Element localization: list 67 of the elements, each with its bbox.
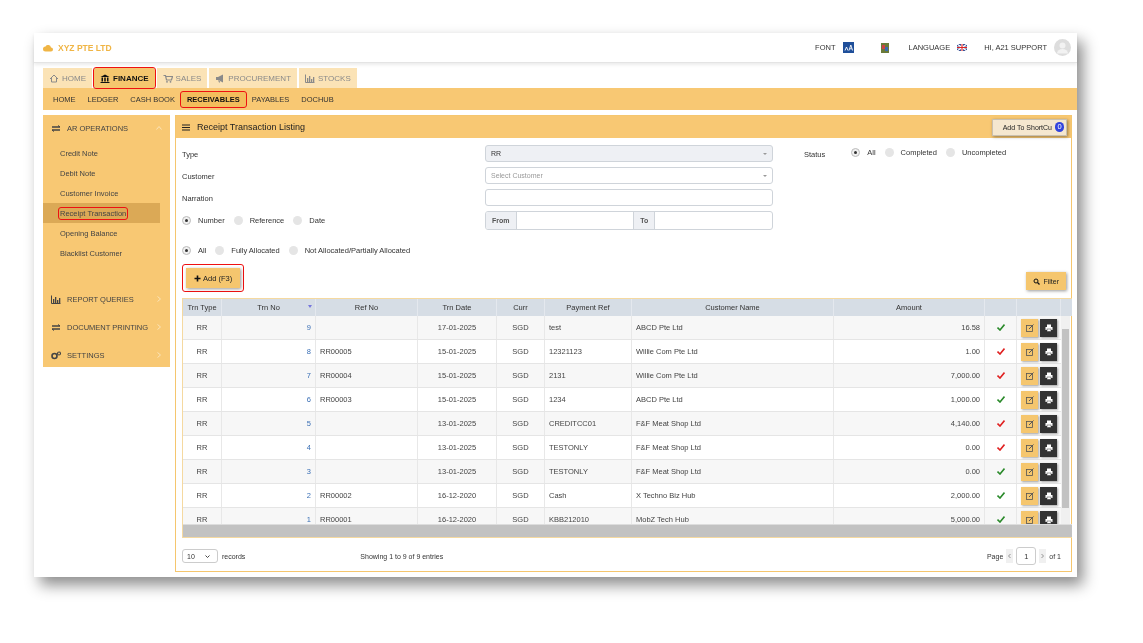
- edit-icon: [1025, 395, 1034, 404]
- edit-icon: [1025, 419, 1034, 428]
- print-icon: [1044, 323, 1053, 332]
- print-button[interactable]: [1040, 486, 1057, 505]
- radio-button[interactable]: [293, 216, 303, 225]
- radio-button[interactable]: [884, 148, 894, 157]
- edit-button[interactable]: [1021, 318, 1038, 337]
- print-icon: [1044, 443, 1053, 452]
- edit-icon: [1025, 371, 1034, 380]
- arrows-icon: [51, 322, 61, 332]
- print-icon: [1044, 419, 1053, 428]
- vertical-scrollbar[interactable]: [1061, 316, 1070, 524]
- brand-name: XYZ PTE LTD: [58, 42, 112, 53]
- menu-icon[interactable]: [182, 123, 190, 131]
- edit-icon: [1025, 323, 1034, 332]
- edit-button[interactable]: [1021, 366, 1038, 385]
- edit-button[interactable]: [1021, 486, 1038, 505]
- edit-icon: [1025, 467, 1034, 476]
- cart-icon: [162, 73, 173, 83]
- edit-button[interactable]: [1021, 438, 1038, 457]
- bank-icon: [100, 73, 110, 83]
- print-icon: [1044, 347, 1053, 356]
- print-icon: [1044, 491, 1053, 500]
- caret-icon: [204, 554, 210, 558]
- print-button[interactable]: [1040, 366, 1057, 385]
- print-button[interactable]: [1040, 510, 1057, 524]
- search-icon: [1033, 277, 1041, 285]
- arrows-icon: [51, 123, 61, 133]
- print-button[interactable]: [1040, 390, 1057, 409]
- print-button[interactable]: [1040, 318, 1057, 337]
- edit-button[interactable]: [1021, 510, 1038, 524]
- print-button[interactable]: [1040, 462, 1057, 481]
- print-button[interactable]: [1040, 342, 1057, 361]
- radio-button[interactable]: [288, 246, 298, 255]
- edit-icon: [1025, 443, 1034, 452]
- flag-icon[interactable]: [957, 44, 968, 51]
- radio-button[interactable]: [851, 148, 861, 157]
- chart-icon: [51, 294, 61, 304]
- radio-button[interactable]: [233, 216, 243, 225]
- radio-button[interactable]: [215, 246, 225, 255]
- edit-button[interactable]: [1021, 462, 1038, 481]
- radio-button[interactable]: [182, 246, 191, 255]
- edit-icon: [1025, 515, 1034, 524]
- font-size-icon[interactable]: [842, 42, 854, 53]
- home-icon: [49, 73, 59, 83]
- plus-icon: [194, 274, 201, 282]
- panel-title: Receipt Transaction Listing: [197, 122, 306, 132]
- cloud-icon: [43, 43, 53, 52]
- edit-button[interactable]: [1021, 390, 1038, 409]
- edit-button[interactable]: [1021, 342, 1038, 361]
- edit-button[interactable]: [1021, 414, 1038, 433]
- print-icon: [1044, 515, 1053, 524]
- print-button[interactable]: [1040, 438, 1057, 457]
- megaphone-icon: [215, 73, 226, 83]
- print-icon: [1044, 395, 1053, 404]
- radio-button[interactable]: [945, 148, 955, 157]
- edit-icon: [1025, 491, 1034, 500]
- edit-icon: [1025, 347, 1034, 356]
- chart-icon: [305, 73, 316, 83]
- print-icon: [1044, 467, 1053, 476]
- print-button[interactable]: [1040, 414, 1057, 433]
- horizontal-scrollbar[interactable]: [183, 524, 1072, 537]
- print-icon: [1044, 371, 1053, 380]
- module-tab[interactable]: FINANCE: [94, 68, 155, 88]
- narration-field[interactable]: [485, 189, 773, 206]
- radio-button[interactable]: [182, 216, 191, 225]
- settings-icon: [51, 350, 61, 360]
